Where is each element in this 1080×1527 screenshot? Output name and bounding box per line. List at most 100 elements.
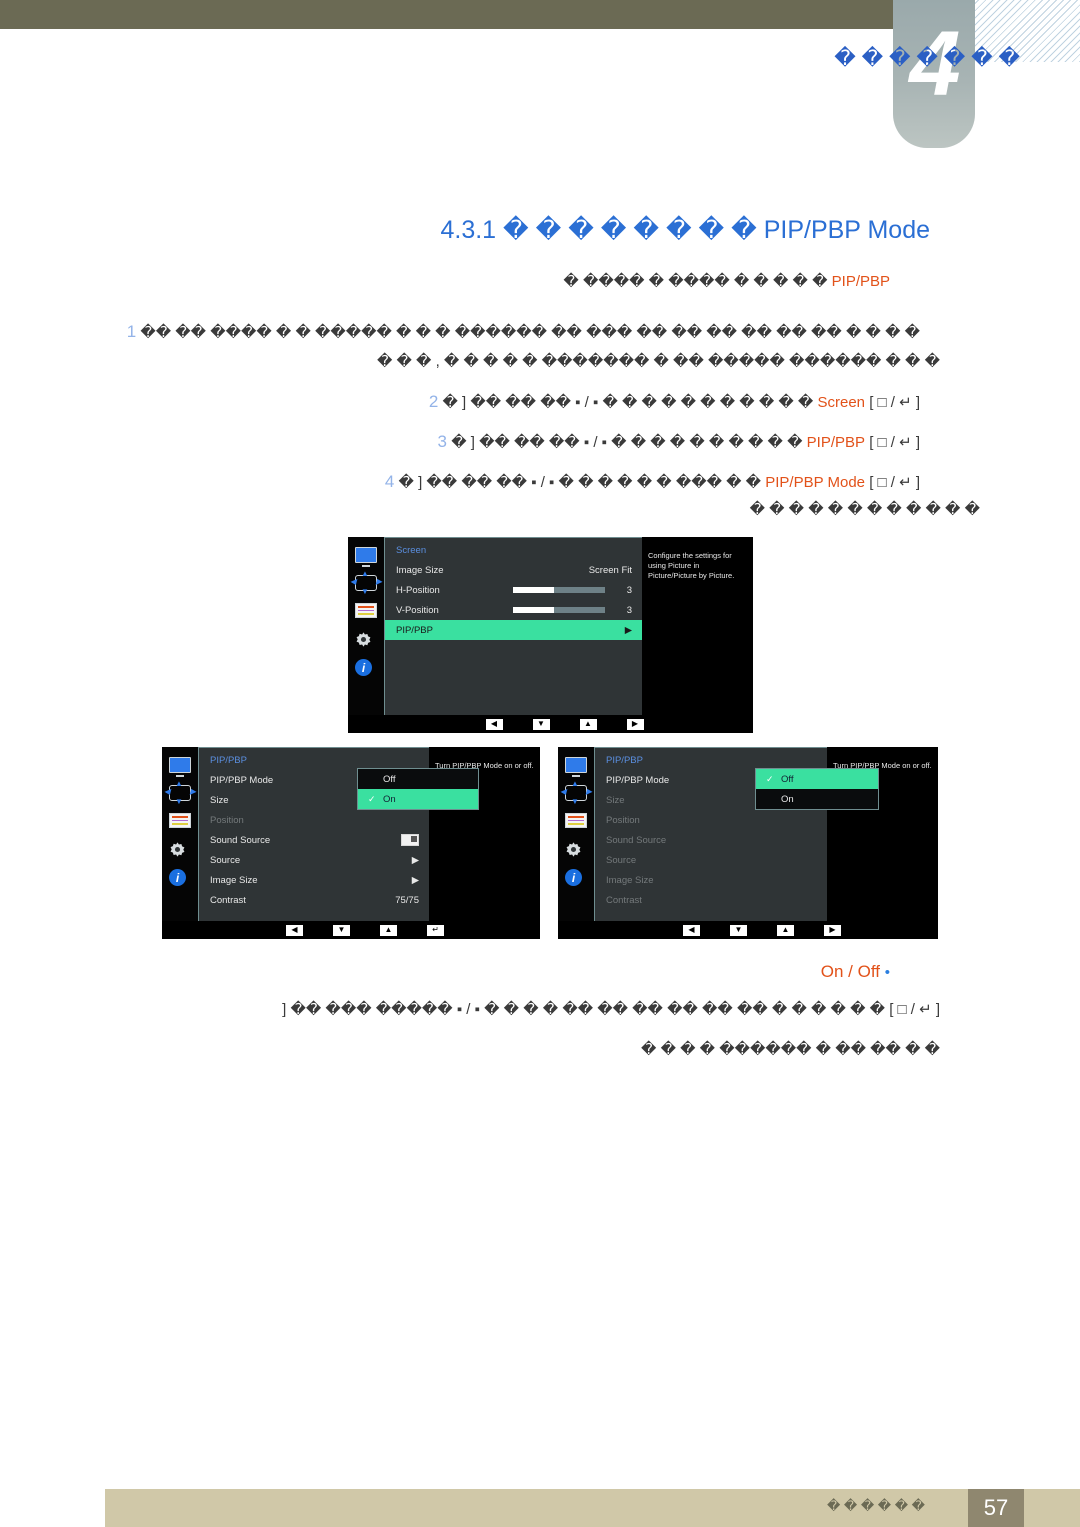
- osd-nav-button[interactable]: ▼: [532, 718, 550, 730]
- gear-icon[interactable]: [355, 631, 377, 647]
- position-arrows-icon[interactable]: ◀ ▶ ▲ ▼: [350, 570, 382, 596]
- osd-row-label: Image Size: [396, 564, 444, 576]
- step-3-text: � � � � � � � � � � ▪ / ▪ �� �� �� [ �: [451, 434, 803, 451]
- popup-option[interactable]: On: [756, 789, 878, 809]
- monitor-icon[interactable]: [169, 757, 191, 773]
- monitor-icon[interactable]: [565, 757, 587, 773]
- pip-mode-popup[interactable]: ✓ Off On: [755, 768, 879, 810]
- info-icon[interactable]: i: [169, 869, 191, 886]
- popup-option-label: Off: [383, 773, 396, 785]
- step-3-term: PIP/PBP: [806, 434, 866, 451]
- footer-text: � � � � � �: [826, 1498, 925, 1513]
- popup-option[interactable]: ✓ On: [358, 789, 478, 809]
- step-2-line: [ □ / ↵ ] Screen � � � � � � � � � � � ▪…: [330, 392, 920, 412]
- osd-row[interactable]: H-Position 3: [385, 580, 642, 600]
- picture-list-icon[interactable]: [355, 603, 377, 619]
- step-2-keys: [ □ / ↵ ]: [869, 394, 920, 411]
- intro-paragraph: PIP/PBP � � � � � ���� � ���� �: [330, 272, 890, 290]
- osd-row[interactable]: Sound Source: [595, 830, 827, 850]
- intro-text: � � � � � ���� � ���� �: [563, 273, 828, 290]
- osd-row-value: 3: [626, 584, 632, 596]
- osd-row[interactable]: Position: [199, 810, 429, 830]
- osd-row[interactable]: V-Position 3: [385, 600, 642, 620]
- chevron-right-icon: ▶: [624, 624, 632, 636]
- osd-nav-button[interactable]: ▲: [380, 924, 397, 936]
- osd-row[interactable]: Source ▶: [199, 850, 429, 870]
- pip-mode-popup[interactable]: Off ✓ On: [357, 768, 479, 810]
- osd-nav-button[interactable]: ▲: [579, 718, 597, 730]
- popup-option-label: On: [383, 793, 396, 805]
- step-4-line-2: � � � � � � � � � � � �: [600, 500, 980, 518]
- osd-row[interactable]: Image Size ▶: [199, 870, 429, 890]
- check-icon: ✓: [766, 773, 774, 784]
- osd-screen-nav[interactable]: ◀ ▼ ▲ ▶: [348, 715, 753, 733]
- picture-list-icon[interactable]: [565, 813, 587, 829]
- step-2-number: 2: [428, 392, 439, 411]
- osd-row[interactable]: Sound Source: [199, 830, 429, 850]
- step-1-line-2: � � � ������ ����� �� � ������� � � � � …: [300, 352, 940, 370]
- step-2-text: � � � � � � � � � � � ▪ / ▪ �� �� �� [ �: [442, 394, 814, 411]
- osd-icon-rail: ◀ ▶ ▲ ▼ i: [348, 537, 384, 733]
- osd-slider[interactable]: [512, 587, 605, 593]
- osd-pip-on-menu[interactable]: ◀ ▶ ▲ ▼ i PIP/PBP PIP/PBP Mode Size Position S…: [162, 747, 540, 939]
- osd-row-label: Contrast: [606, 894, 642, 906]
- onoff-label: On / Off: [820, 962, 880, 981]
- popup-option-label: On: [781, 793, 794, 805]
- step-4-number: 4: [384, 472, 395, 491]
- osd-row[interactable]: Source: [595, 850, 827, 870]
- osd-screen-title: Screen: [396, 545, 427, 556]
- pip-toggle-icon[interactable]: [401, 834, 419, 846]
- step-1-text-2: � � � ������ ����� �� � ������� � � � � …: [376, 353, 940, 370]
- osd-row[interactable]: Contrast 75/75: [199, 890, 429, 910]
- osd-slider[interactable]: [512, 607, 605, 613]
- info-icon[interactable]: i: [355, 659, 377, 676]
- onoff-heading: • On / Off: [600, 962, 890, 982]
- osd-screen-menu[interactable]: ◀ ▶ ▲ ▼ i Screen Image Size Screen Fit H-Posi…: [348, 537, 753, 733]
- osd-icon-rail: ◀ ▶ ▲ ▼ i: [558, 747, 594, 939]
- monitor-icon[interactable]: [355, 547, 377, 563]
- step-3-keys: [ □ / ↵ ]: [869, 434, 920, 451]
- step-2-term: Screen: [817, 394, 866, 411]
- popup-option-label: Off: [781, 773, 794, 785]
- osd-nav-button[interactable]: ↵: [427, 924, 444, 936]
- osd-row[interactable]: Contrast: [595, 890, 827, 910]
- picture-list-icon[interactable]: [169, 813, 191, 829]
- osd-row-label: Position: [606, 814, 640, 826]
- chevron-right-icon: ▶: [411, 854, 419, 866]
- osd-nav-button[interactable]: ◀: [286, 924, 303, 936]
- osd-pip-off-menu[interactable]: ◀ ▶ ▲ ▼ i PIP/PBP PIP/PBP Mode Size Position S…: [558, 747, 938, 939]
- osd-pip-off-title: PIP/PBP: [606, 755, 643, 766]
- section-term: PIP/PBP Mode: [763, 216, 930, 244]
- step-5-line-2: � � �� �� � ������ � � � �: [600, 1040, 940, 1058]
- osd-pip-off-nav[interactable]: ◀ ▼ ▲ ▶: [558, 921, 938, 939]
- position-arrows-icon[interactable]: ◀ ▶ ▲ ▼: [560, 780, 592, 806]
- popup-option[interactable]: ✓ Off: [756, 769, 878, 789]
- osd-row[interactable]: Image Size: [595, 870, 827, 890]
- step-4-text: � � ��� � � � � � � ▪ / ▪ �� �� �� [ �: [398, 474, 762, 491]
- section-number: 4.3.1: [440, 216, 497, 244]
- osd-nav-button[interactable]: ▼: [730, 924, 747, 936]
- gear-icon[interactable]: [169, 841, 191, 857]
- osd-nav-button[interactable]: ▼: [333, 924, 350, 936]
- step-5-text-2: � � �� �� � ������ � � � �: [641, 1041, 940, 1058]
- gear-icon[interactable]: [565, 841, 587, 857]
- osd-nav-button[interactable]: ◀: [683, 924, 700, 936]
- popup-option[interactable]: Off: [358, 769, 478, 789]
- osd-nav-button[interactable]: ▶: [626, 718, 644, 730]
- osd-row[interactable]: PIP/PBP ▶: [385, 620, 642, 640]
- section-title-text: � � � � � � � �: [503, 216, 757, 244]
- osd-pip-on-nav[interactable]: ◀ ▼ ▲ ↵: [162, 921, 540, 939]
- osd-nav-button[interactable]: ◀: [485, 718, 503, 730]
- info-icon[interactable]: i: [565, 869, 587, 886]
- osd-row[interactable]: Image Size Screen Fit: [385, 560, 642, 580]
- osd-icon-rail: ◀ ▶ ▲ ▼ i: [162, 747, 198, 939]
- osd-row-label: Sound Source: [606, 834, 667, 846]
- osd-nav-button[interactable]: ▶: [824, 924, 841, 936]
- step-4-line: [ □ / ↵ ] PIP/PBP Mode � � ��� � � � � �…: [300, 472, 920, 492]
- position-arrows-icon[interactable]: ◀ ▶ ▲ ▼: [164, 780, 196, 806]
- step-1-number: 1: [126, 322, 137, 341]
- osd-nav-button[interactable]: ▲: [777, 924, 794, 936]
- osd-row[interactable]: Position: [595, 810, 827, 830]
- osd-screen-panel: Screen Image Size Screen Fit H-Position 3 V-…: [384, 537, 642, 733]
- osd-row-label: Image Size: [210, 874, 258, 886]
